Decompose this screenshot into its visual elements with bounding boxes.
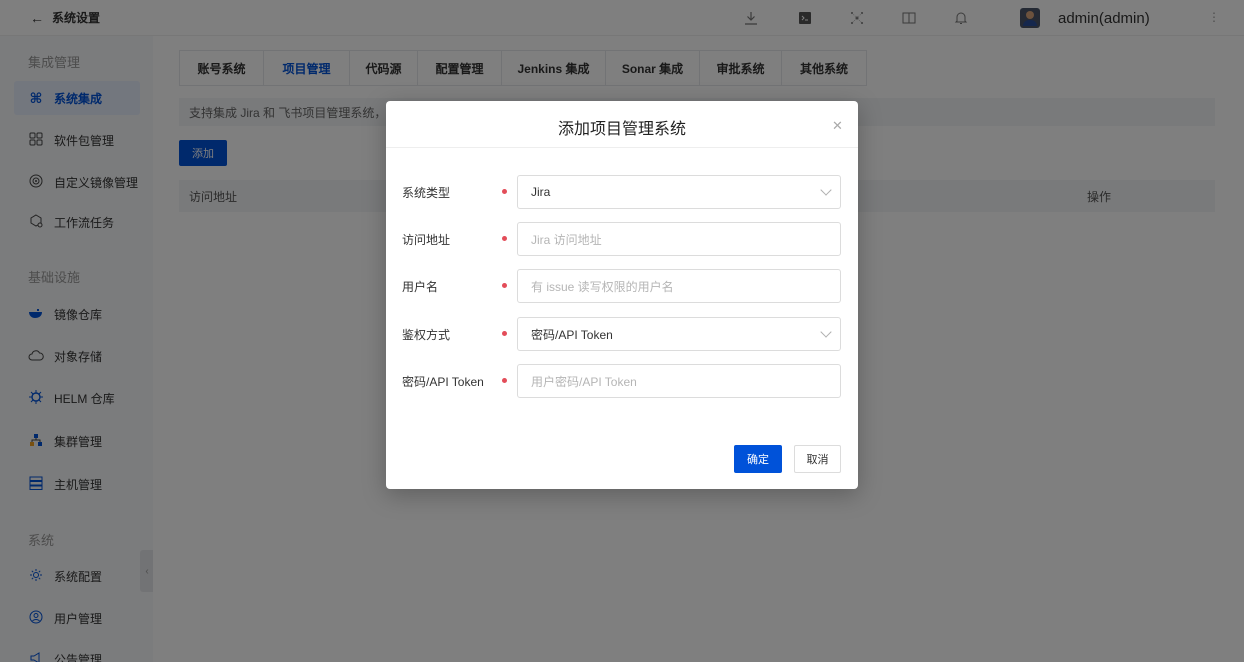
username-label: 用户名 xyxy=(402,280,439,294)
access-address-input[interactable]: Jira 访问地址 xyxy=(517,222,841,256)
auth-method-select[interactable]: 密码/API Token xyxy=(517,317,841,351)
add-project-management-dialog: 添加项目管理系统 ✕ 系统类型 Jira 访问地址 Jira 访问地址 用户名 … xyxy=(386,101,858,489)
required-marker xyxy=(502,331,507,336)
dialog-title: 添加项目管理系统 xyxy=(557,121,686,138)
password-token-placeholder: 用户密码/API Token xyxy=(531,374,637,389)
username-placeholder: 有 issue 读写权限的用户名 xyxy=(531,279,674,294)
dialog-header: 添加项目管理系统 ✕ xyxy=(386,101,858,148)
password-token-input[interactable]: 用户密码/API Token xyxy=(517,364,841,398)
required-marker xyxy=(502,378,507,383)
auth-method-value: 密码/API Token xyxy=(531,327,613,342)
system-type-select[interactable]: Jira xyxy=(517,175,841,209)
system-type-label: 系统类型 xyxy=(402,186,451,200)
confirm-button[interactable]: 确定 xyxy=(734,445,782,473)
password-token-label: 密码/API Token xyxy=(402,375,484,389)
system-type-value: Jira xyxy=(531,185,551,199)
auth-method-label: 鉴权方式 xyxy=(402,328,451,342)
required-marker xyxy=(502,283,507,288)
form-row-password-token: 密码/API Token 用户密码/API Token xyxy=(386,364,858,398)
required-marker xyxy=(502,189,507,194)
username-input[interactable]: 有 issue 读写权限的用户名 xyxy=(517,269,841,303)
close-icon[interactable]: ✕ xyxy=(832,118,843,134)
required-marker xyxy=(502,236,507,241)
access-address-placeholder: Jira 访问地址 xyxy=(531,232,602,247)
chevron-down-icon xyxy=(820,326,832,338)
access-address-label: 访问地址 xyxy=(402,233,451,247)
form-row-system-type: 系统类型 Jira xyxy=(386,175,858,209)
form-row-auth-method: 鉴权方式 密码/API Token xyxy=(386,317,858,351)
chevron-down-icon xyxy=(820,184,832,196)
cancel-button[interactable]: 取消 xyxy=(794,445,841,473)
form-row-username: 用户名 有 issue 读写权限的用户名 xyxy=(386,269,858,303)
form-row-access-address: 访问地址 Jira 访问地址 xyxy=(386,222,858,256)
